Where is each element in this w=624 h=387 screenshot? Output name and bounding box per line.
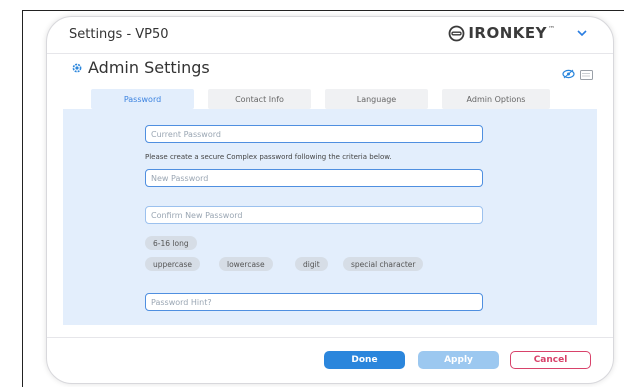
tab-admin-options[interactable]: Admin Options — [442, 89, 550, 109]
criteria-digit-chip: digit — [295, 257, 328, 271]
current-password-field[interactable]: Current Password — [145, 125, 483, 143]
settings-window: Settings - VP50 IRONKEY ™ Admin Settings — [46, 16, 614, 384]
ironkey-logo-icon — [448, 25, 465, 41]
tab-contact-info[interactable]: Contact Info — [208, 89, 311, 109]
outer-frame-left — [22, 10, 23, 387]
tab-password[interactable]: Password — [91, 89, 194, 109]
cancel-button[interactable]: Cancel — [510, 351, 591, 369]
criteria-lowercase-chip: lowercase — [219, 257, 273, 271]
brand-logo: IRONKEY ™ — [448, 24, 555, 42]
criteria-instructions: Please create a secure Complex password … — [145, 153, 392, 161]
footer-divider — [47, 337, 613, 338]
outer-frame-top — [22, 10, 624, 11]
brand-trademark: ™ — [548, 25, 555, 33]
password-panel: Current Password Please create a secure … — [63, 109, 597, 325]
criteria-special-chip: special character — [343, 257, 424, 271]
new-password-field[interactable]: New Password — [145, 169, 483, 187]
eye-hidden-icon[interactable] — [562, 64, 575, 83]
page-title: Admin Settings — [88, 58, 210, 77]
window-title: Settings - VP50 — [69, 27, 169, 42]
password-hint-field[interactable]: Password Hint? — [145, 293, 483, 311]
settings-tabs: Password Contact Info Language Admin Opt… — [91, 89, 564, 109]
apply-button[interactable]: Apply — [418, 351, 499, 369]
gear-icon — [72, 63, 82, 72]
keyboard-icon[interactable] — [580, 65, 593, 84]
brand-name: IRONKEY — [468, 24, 547, 42]
admin-settings-header: Admin Settings — [71, 58, 210, 77]
tab-language[interactable]: Language — [325, 89, 428, 109]
confirm-password-field[interactable]: Confirm New Password — [145, 206, 483, 224]
done-button[interactable]: Done — [324, 351, 405, 369]
chevron-down-icon[interactable] — [577, 26, 587, 41]
criteria-length-chip: 6-16 long — [145, 236, 197, 250]
criteria-uppercase-chip: uppercase — [145, 257, 201, 271]
title-divider — [47, 53, 613, 54]
